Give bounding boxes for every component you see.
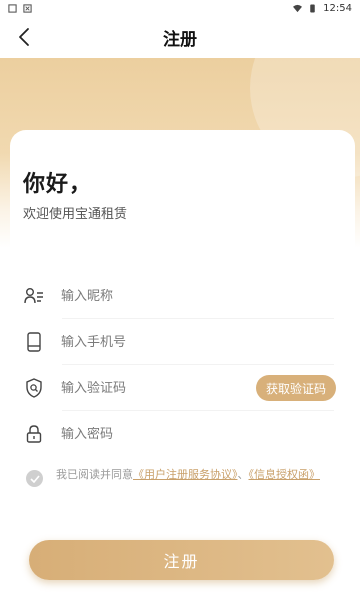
form-card (10, 130, 355, 600)
phone-icon (24, 332, 44, 352)
nickname-row (24, 274, 336, 318)
password-input[interactable] (61, 426, 231, 442)
phone-input[interactable] (61, 334, 231, 350)
get-code-button[interactable]: 获取验证码 (255, 375, 336, 401)
nickname-input[interactable] (61, 288, 231, 304)
agreement: 我已阅读并同意《用户注册服务协议》、《信息授权函》 (26, 466, 336, 487)
agreement-prefix: 我已阅读并同意 (56, 468, 133, 481)
greeting-title: 你好， (23, 172, 93, 197)
wifi-icon (293, 4, 303, 12)
password-row (24, 412, 336, 456)
phone-row (24, 320, 336, 364)
check-icon (29, 474, 40, 483)
lock-icon (24, 424, 44, 444)
battery-icon (310, 3, 315, 13)
chevron-left-icon (19, 28, 29, 46)
agree-checkbox[interactable] (26, 470, 43, 487)
divider (62, 410, 334, 411)
status-bar: 12:54 (0, 0, 360, 16)
code-row: 获取验证码 (24, 366, 336, 410)
agreement-text: 我已阅读并同意《用户注册服务协议》、《信息授权函》 (56, 466, 320, 487)
code-input[interactable] (61, 380, 231, 396)
status-square-icon (8, 3, 17, 13)
greeting-subtitle: 欢迎使用宝通租赁 (23, 207, 128, 222)
status-app-icon (23, 3, 32, 13)
shield-search-icon (24, 378, 44, 398)
user-agreement-link[interactable]: 《用户注册服务协议》 (133, 468, 238, 481)
agreement-separator: 、 (237, 468, 249, 481)
user-list-icon (24, 286, 44, 306)
page-title: 注册 (163, 29, 197, 50)
back-button[interactable] (14, 26, 34, 48)
info-authorization-link[interactable]: 《信息授权函》 (249, 468, 321, 481)
divider (62, 364, 334, 365)
status-time: 12:54 (323, 2, 352, 14)
top-bar: 注册 (0, 16, 360, 58)
register-button[interactable]: 注册 (29, 540, 334, 580)
divider (62, 318, 334, 319)
